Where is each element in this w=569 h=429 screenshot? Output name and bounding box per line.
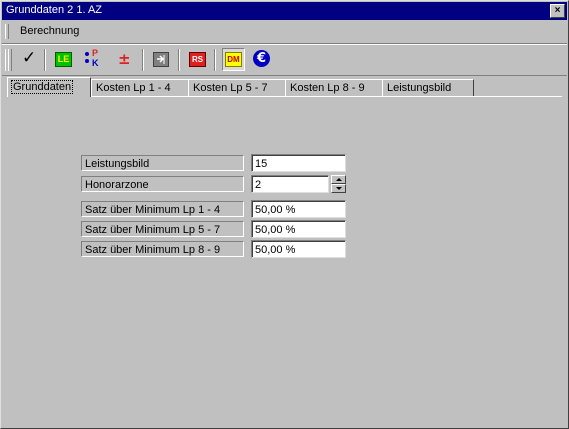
spin-up-icon[interactable] — [331, 175, 346, 184]
dm-button[interactable]: DM — [222, 48, 245, 71]
pk-button[interactable]: P K — [81, 48, 104, 71]
label-satz-lp-5-7: Satz über Minimum Lp 5 - 7 — [81, 221, 244, 237]
menu-bar: Berechnung — [2, 21, 567, 44]
toolbar-separator — [214, 49, 216, 71]
plus-minus-icon: ± — [118, 50, 131, 68]
checkmark-icon: ✓ — [22, 48, 37, 68]
dm-icon: DM — [225, 52, 242, 67]
plus-minus-button[interactable]: ± — [112, 48, 135, 71]
tab-kosten-lp-1-4[interactable]: Kosten Lp 1 - 4 — [91, 79, 189, 97]
label-leistungsbild: Leistungsbild — [81, 155, 244, 171]
toolbar-separator — [178, 49, 180, 71]
confirm-button[interactable]: ✓ — [17, 48, 40, 71]
satz-lp-8-9-field[interactable]: 50,00 % — [251, 240, 346, 258]
import-icon — [153, 52, 169, 67]
main-window: Grunddaten 2 1. AZ × Berechnung ✓ LE P K… — [0, 0, 569, 429]
menu-berechnung[interactable]: Berechnung — [20, 25, 79, 37]
tab-kosten-lp-5-7[interactable]: Kosten Lp 5 - 7 — [188, 79, 286, 97]
euro-icon: € — [253, 50, 270, 67]
leistungsbild-field[interactable]: 15 — [251, 154, 346, 172]
bullet-icon — [85, 52, 89, 56]
tab-panel-grunddaten — [7, 96, 562, 423]
satz-lp-5-7-field[interactable]: 50,00 % — [251, 220, 346, 238]
label-honorarzone: Honorarzone — [81, 176, 244, 192]
honorarzone-field[interactable]: 2 — [251, 175, 329, 193]
le-icon: LE — [55, 52, 72, 67]
toolbar-separator — [44, 49, 46, 71]
menu-grip — [5, 24, 9, 39]
window-title: Grunddaten 2 1. AZ — [6, 4, 103, 16]
rs-icon: RS — [189, 52, 206, 67]
toolbar-grip — [8, 49, 12, 71]
tab-leistungsbild[interactable]: Leistungsbild — [382, 79, 474, 97]
label-satz-lp-1-4: Satz über Minimum Lp 1 - 4 — [81, 201, 244, 217]
toolbar: ✓ LE P K ± RS DM € — [2, 44, 567, 76]
import-button[interactable] — [150, 48, 173, 71]
spin-down-icon[interactable] — [331, 184, 346, 193]
label-satz-lp-8-9: Satz über Minimum Lp 8 - 9 — [81, 241, 244, 257]
k-icon: K — [92, 58, 99, 68]
tab-kosten-lp-8-9[interactable]: Kosten Lp 8 - 9 — [285, 79, 383, 97]
honorarzone-spinner[interactable] — [331, 175, 346, 193]
title-bar[interactable]: Grunddaten 2 1. AZ × — [2, 2, 567, 20]
satz-lp-1-4-field[interactable]: 50,00 % — [251, 200, 346, 218]
p-icon: P — [92, 48, 99, 58]
le-button[interactable]: LE — [52, 48, 75, 71]
tab-strip: Grunddaten Kosten Lp 1 - 4 Kosten Lp 5 -… — [7, 77, 567, 97]
tab-label: Grunddaten — [10, 80, 74, 94]
euro-button[interactable]: € — [251, 48, 274, 71]
toolbar-separator — [142, 49, 144, 71]
bullet-icon — [85, 59, 89, 63]
rs-button[interactable]: RS — [186, 48, 209, 71]
close-button[interactable]: × — [550, 4, 565, 18]
tab-grunddaten[interactable]: Grunddaten — [7, 77, 91, 97]
